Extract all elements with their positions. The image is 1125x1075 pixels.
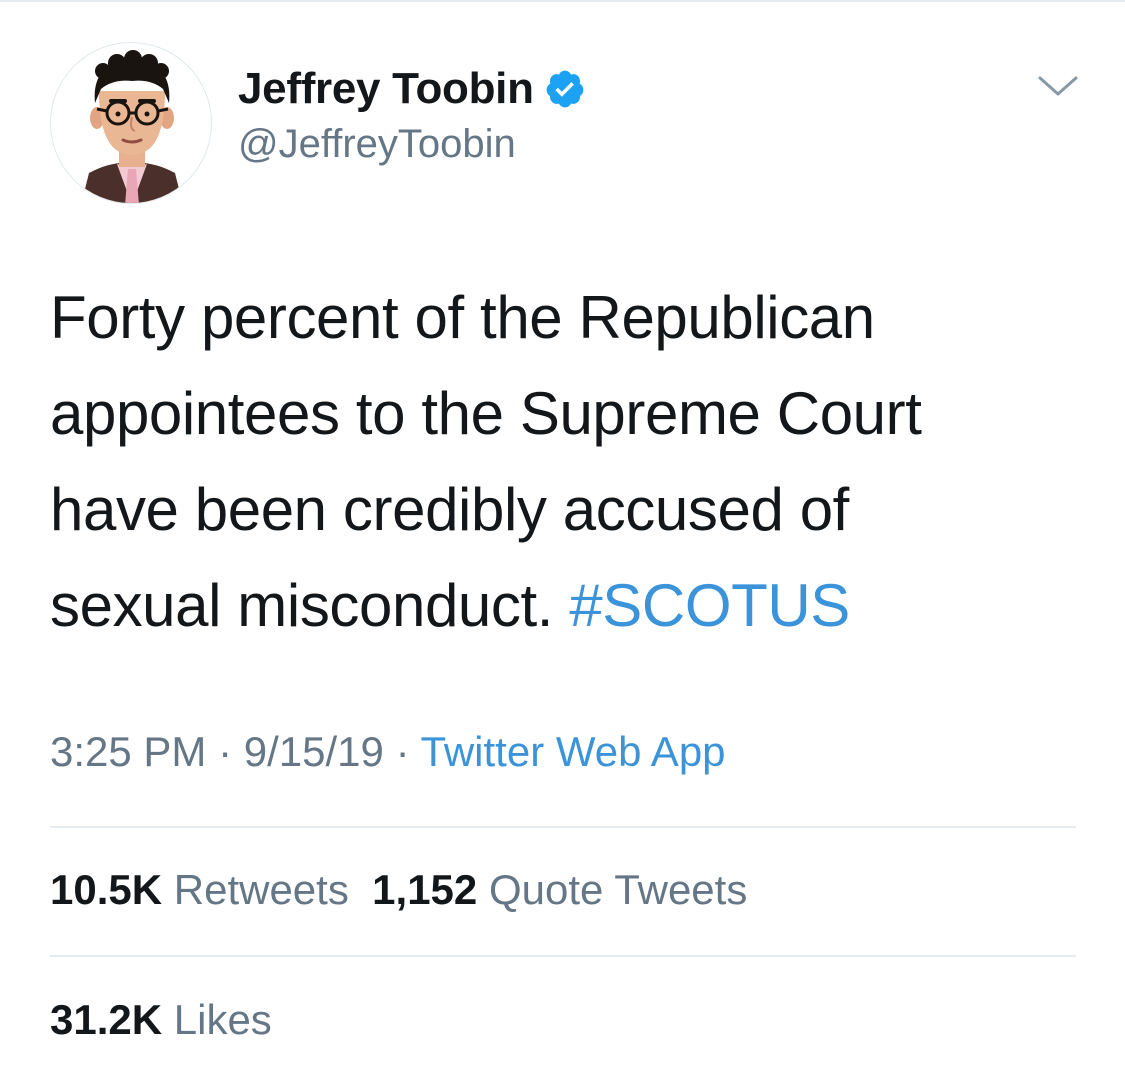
- tweet-meta: 3:25 PM · 9/15/19 · Twitter Web App: [50, 728, 726, 776]
- quote-tweets-label: Quote Tweets: [488, 866, 748, 913]
- engagement-row: 10.5K Retweets 1,152 Quote Tweets: [50, 866, 747, 914]
- likes-label: Likes: [173, 996, 272, 1043]
- tweet-text-line: Forty percent of the Republican: [50, 284, 875, 351]
- author-block: Jeffrey Toobin @JeffreyToobin: [238, 62, 586, 167]
- stats-divider-bottom: [50, 955, 1076, 957]
- tweet-time: 3:25 PM: [50, 728, 207, 775]
- avatar[interactable]: [50, 42, 212, 204]
- meta-separator: ·: [218, 728, 233, 775]
- user-handle[interactable]: @JeffreyToobin: [238, 122, 586, 167]
- likes-stat[interactable]: 31.2K Likes: [50, 996, 272, 1043]
- name-row: Jeffrey Toobin: [238, 62, 586, 116]
- tweet-text-line: have been credibly accused of: [50, 476, 849, 543]
- verified-badge-icon: [544, 68, 586, 110]
- tweet-source-link[interactable]: Twitter Web App: [421, 728, 726, 775]
- meta-separator: ·: [395, 728, 410, 775]
- likes-row: 31.2K Likes: [50, 996, 272, 1044]
- quote-tweets-count: 1,152: [372, 866, 478, 913]
- quote-tweets-stat[interactable]: 1,152 Quote Tweets: [372, 866, 747, 913]
- tweet-text: Forty percent of the Republican appointe…: [50, 270, 1090, 654]
- display-name[interactable]: Jeffrey Toobin: [238, 64, 534, 114]
- tweet-text-line: sexual misconduct.: [50, 572, 554, 639]
- top-divider: [0, 0, 1125, 2]
- tweet-text-line: appointees to the Supreme Court: [50, 380, 922, 447]
- tweet-text-line-last: sexual misconduct. #SCOTUS: [50, 558, 1090, 654]
- chevron-down-icon[interactable]: [1036, 72, 1080, 102]
- tweet-header: Jeffrey Toobin @JeffreyToobin: [50, 42, 1080, 207]
- tweet-date: 9/15/19: [243, 728, 384, 775]
- cartoon-portrait-icon: [81, 50, 183, 203]
- retweets-stat[interactable]: 10.5K Retweets: [50, 866, 349, 913]
- stats-divider-top: [50, 826, 1076, 828]
- retweets-count: 10.5K: [50, 866, 163, 913]
- hashtag-link[interactable]: #SCOTUS: [569, 572, 850, 639]
- likes-count: 31.2K: [50, 996, 163, 1043]
- retweets-label: Retweets: [173, 866, 349, 913]
